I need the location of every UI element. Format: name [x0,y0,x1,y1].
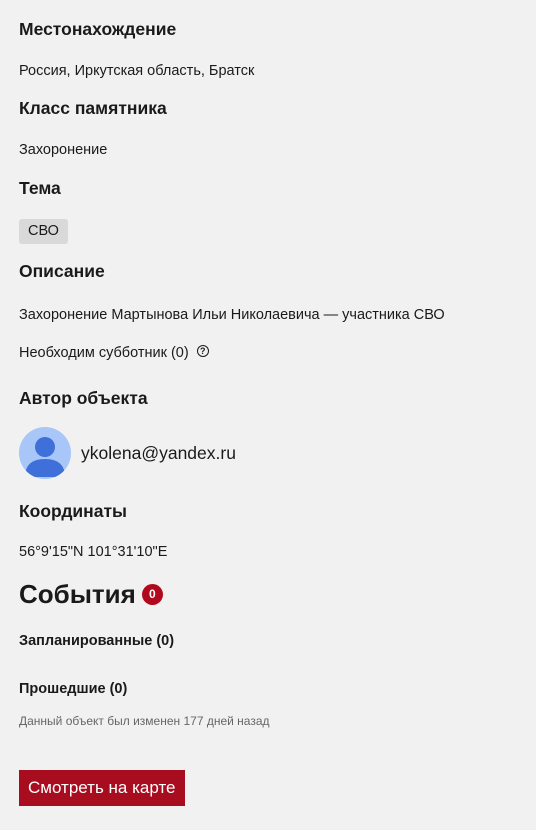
planned-events-label[interactable]: Запланированные (0) [19,631,174,651]
coordinates-value: 56°9'15"N 101°31'10"E [19,544,168,560]
topic-tags: СВО [19,219,68,244]
avatar [19,427,71,479]
subbotnik-row: Необходим субботник (0)? [19,343,209,363]
coordinates-heading: Координаты [19,501,127,521]
description-text: Захоронение Мартынова Ильи Николаевича —… [19,307,445,323]
help-icon[interactable]: ? [196,345,209,357]
monument-class-value: Захоронение [19,142,108,158]
location-heading: Местонахождение [19,19,177,39]
location-value: Россия, Иркутская область, Братск [19,63,255,79]
modified-note: Данный объект был изменен 177 дней назад [19,714,270,728]
author-email[interactable]: ykolena@yandex.ru [81,443,236,464]
author-heading: Автор объекта [19,388,148,408]
topic-heading: Тема [19,178,61,198]
topic-tag[interactable]: СВО [19,219,68,244]
past-events-label[interactable]: Прошедшие (0) [19,679,127,699]
description-heading: Описание [19,261,105,281]
user-avatar-icon [25,437,65,477]
subbotnik-label: Необходим субботник (0) [19,345,189,361]
events-count-badge: 0 [141,584,163,605]
events-heading: События 0 [19,579,163,609]
view-on-map-button[interactable]: Смотреть на карте [19,770,185,806]
events-title: События [19,579,136,609]
monument-class-heading: Класс памятника [19,98,167,118]
